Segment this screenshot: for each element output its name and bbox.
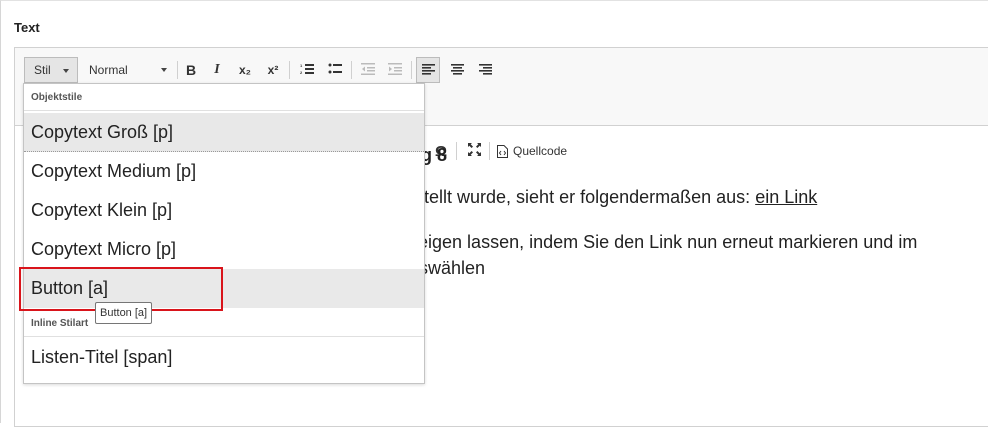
group-title-inline: Inline Stilart xyxy=(24,310,424,337)
style-option[interactable]: Copytext Micro [p] xyxy=(24,230,424,269)
bullet-list-icon xyxy=(328,62,342,78)
superscript-button[interactable]: x² xyxy=(262,57,284,83)
align-center-icon xyxy=(450,62,464,78)
field-label: Text xyxy=(14,20,40,35)
style-combo[interactable]: Stil xyxy=(24,57,78,83)
style-combo-label: Stil xyxy=(34,63,51,77)
content-paragraph: erstellt wurde, sieht er folgendermaßen … xyxy=(399,187,817,208)
toolbar-separator xyxy=(177,61,178,79)
form-panel: Text Stil Normal B I x₂ x² 12 Ω Quellcod… xyxy=(0,0,988,427)
style-option[interactable]: Listen-Titel [span] xyxy=(24,338,424,377)
svg-text:2: 2 xyxy=(300,70,303,75)
align-left-icon xyxy=(421,62,435,78)
style-option[interactable]: Copytext Klein [p] xyxy=(24,191,424,230)
italic-button[interactable]: I xyxy=(206,57,228,83)
toolbar-separator xyxy=(351,61,352,79)
chevron-down-icon xyxy=(161,68,167,72)
style-option[interactable]: Copytext Groß [p] xyxy=(24,113,424,152)
content-link[interactable]: ein Link xyxy=(755,187,817,207)
numbered-list-button[interactable]: 12 xyxy=(296,57,318,83)
style-dropdown: Objektstile Copytext Groß [p] Copytext M… xyxy=(23,83,425,384)
align-center-button[interactable] xyxy=(446,57,468,83)
toolbar-separator xyxy=(289,61,290,79)
format-combo[interactable]: Normal xyxy=(83,57,171,83)
indent-icon xyxy=(388,62,402,78)
outdent-icon xyxy=(361,62,375,78)
tooltip: Button [a] xyxy=(95,302,153,324)
svg-text:1: 1 xyxy=(300,63,303,68)
align-left-button[interactable] xyxy=(416,57,440,83)
outdent-button[interactable] xyxy=(357,57,379,83)
bullet-list-button[interactable] xyxy=(324,57,346,83)
style-option-button[interactable]: Button [a] xyxy=(24,269,424,308)
content-paragraph: nzeigen lassen, indem Sie den Link nun e… xyxy=(399,232,918,252)
toolbar-separator xyxy=(411,61,412,79)
style-option[interactable]: Copytext Medium [p] xyxy=(24,152,424,191)
chevron-down-icon xyxy=(63,69,69,73)
align-right-button[interactable] xyxy=(474,57,496,83)
indent-button[interactable] xyxy=(384,57,406,83)
paragraph-text: erstellt wurde, sieht er folgendermaßen … xyxy=(399,187,756,207)
format-combo-label: Normal xyxy=(89,63,128,77)
align-right-icon xyxy=(478,62,492,78)
group-title-objektstile: Objektstile xyxy=(24,84,424,111)
bold-button[interactable]: B xyxy=(180,57,202,83)
numbered-list-icon: 12 xyxy=(300,62,314,78)
subscript-button[interactable]: x₂ xyxy=(234,57,256,83)
